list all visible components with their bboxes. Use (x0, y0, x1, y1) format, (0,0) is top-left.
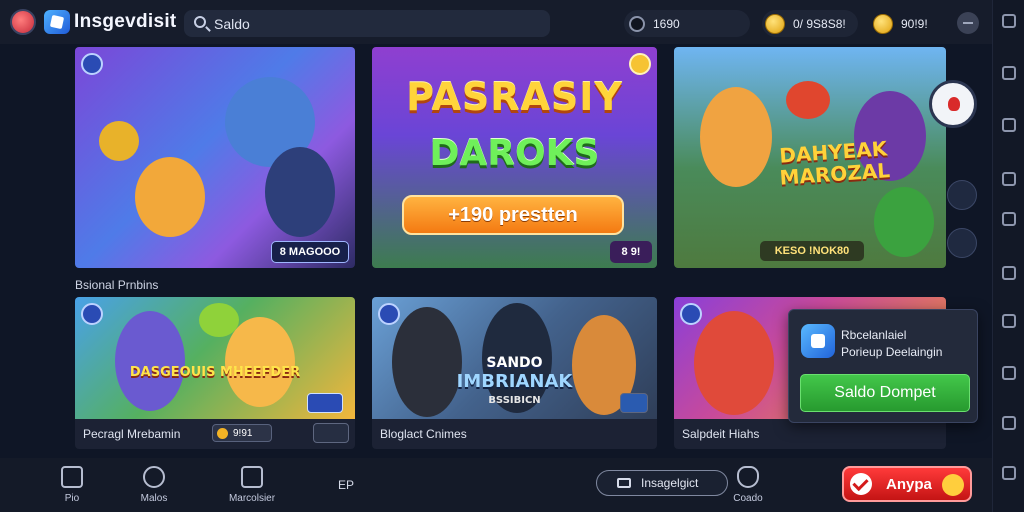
character-art (694, 311, 774, 415)
balloon-art (786, 81, 830, 119)
nav-label: Marcolsier (228, 493, 276, 504)
character-art (265, 147, 335, 237)
shield-icon (737, 466, 759, 488)
bonus-icon (629, 53, 651, 75)
sword-icon[interactable] (947, 228, 977, 258)
featured-card-2[interactable]: PASRASIY DAROKS +190 prestten 8 9! (372, 47, 657, 268)
back-icon[interactable] (81, 53, 103, 75)
chart-icon[interactable] (1002, 366, 1016, 380)
card-tag[interactable]: KESO !NOK80 (760, 241, 864, 261)
info-icon[interactable] (81, 303, 103, 325)
game-card-1[interactable]: DASGEOUIS MHEEFDER Pecragl Mrebamin 9!91 (75, 297, 355, 449)
brand-name: Insgevdisit (74, 11, 177, 32)
search-input[interactable] (214, 13, 534, 34)
menu-icon (617, 478, 631, 488)
game-art: DASGEOUIS MHEEFDER (75, 297, 355, 419)
menu-button-label: Insagelgict (641, 476, 699, 490)
character-icon[interactable] (947, 180, 977, 210)
gems-value: 90!9! (901, 16, 928, 31)
collapse-icon[interactable] (1002, 14, 1016, 28)
game-art-title: DASGEOUIS MHEEFDER (129, 365, 301, 380)
cube-icon[interactable] (1002, 66, 1016, 80)
play-button-label: Anypa (886, 475, 932, 493)
featured-card-3[interactable]: DAHYEAK MAROZAL KESO !NOK80 (674, 47, 946, 268)
nav-label: Coado (733, 493, 763, 504)
featured-card-1[interactable]: 8 MAGOOO (75, 47, 355, 268)
character-art (135, 157, 205, 237)
toggle-button[interactable] (307, 393, 343, 413)
nav-label: Malos (140, 493, 168, 504)
coin-icon (873, 13, 893, 34)
tablet-icon[interactable] (1002, 118, 1016, 132)
wallet-icon (801, 324, 835, 358)
expand-icon[interactable] (1002, 466, 1016, 480)
gems-pill[interactable]: 90!9! (870, 10, 950, 37)
nav-item-home[interactable]: Pio (42, 464, 102, 504)
promo-button[interactable]: +190 prestten (402, 195, 624, 235)
nav-item-dice[interactable]: Marcolsier (222, 464, 282, 504)
game-art-title-line1: SANDO (486, 355, 543, 371)
play-button[interactable]: Anypa (842, 466, 972, 502)
promo-title-line1: PASRASIY (406, 75, 623, 119)
character-art (225, 317, 295, 407)
popup-title: Rbcelanlaiel (841, 328, 907, 342)
promo-title-line2: DAROKS (429, 133, 600, 174)
fruit-art (199, 303, 239, 337)
right-rail (992, 0, 1024, 512)
add-icon[interactable] (378, 303, 400, 325)
price-pill[interactable]: 9!91 (212, 424, 272, 442)
search-bar[interactable] (184, 10, 550, 37)
nav-item-clock[interactable]: Malos (124, 464, 184, 504)
coin-icon (217, 427, 228, 439)
game-card-2[interactable]: SANDO IMBRIANAK BSSIBICN Bloglact Cnimes (372, 297, 657, 449)
home-icon[interactable] (1002, 172, 1016, 186)
wallet-popup: Rbcelanlaiel Porieup Deelaingin Saldo Do… (788, 309, 978, 423)
coin-icon (765, 13, 785, 34)
square-icon[interactable] (1002, 266, 1016, 280)
game-title[interactable]: Pecragl Mrebamin (83, 427, 180, 441)
menu-button[interactable]: Insagelgict (596, 470, 728, 496)
refresh-icon[interactable] (1002, 416, 1016, 430)
home-icon (61, 466, 83, 488)
minimize-button[interactable] (957, 12, 979, 34)
user-icon (629, 15, 645, 32)
check-icon (850, 473, 872, 495)
user-balance-pill[interactable]: 1690 (624, 10, 750, 37)
popup-subtitle: Porieup Deelaingin (841, 345, 943, 359)
coins-value: 0/ 9S8S8! (793, 16, 846, 31)
game-art: SANDO IMBRIANAK BSSIBICN (372, 297, 657, 419)
dice-icon (241, 466, 263, 488)
tag-icon[interactable] (1002, 212, 1016, 226)
record-button[interactable] (929, 80, 977, 128)
clock-icon (143, 466, 165, 488)
nav-label: Pio (64, 493, 80, 504)
character-art (115, 311, 185, 411)
user-value: 1690 (653, 16, 680, 31)
coins-pill[interactable]: 0/ 9S8S8! (762, 10, 858, 37)
game-art-subtitle: BSSIBICN (488, 395, 541, 406)
more-button[interactable] (313, 423, 349, 443)
nav-ep-label[interactable]: EP (338, 478, 354, 492)
card-tag[interactable]: 8 MAGOOO (271, 241, 349, 263)
character-art (874, 187, 934, 257)
price-value: 9!91 (233, 427, 253, 439)
logo-icon (44, 10, 70, 34)
coin-art (99, 121, 139, 161)
saldo-dompet-button[interactable]: Saldo Dompet (800, 374, 970, 412)
app-avatar-icon[interactable] (10, 9, 36, 35)
section-title: Bsional Prnbins (75, 278, 159, 292)
search-icon (194, 16, 206, 28)
info-icon[interactable] (680, 303, 702, 325)
game-title[interactable]: Salpdeit Hiahs (682, 427, 759, 441)
launch-button[interactable] (620, 393, 648, 413)
game-title[interactable]: Bloglact Cnimes (380, 427, 467, 441)
star-icon (942, 474, 964, 496)
card-tag[interactable]: 8 9! (610, 241, 652, 263)
game-art-title-line2: IMBRIANAK (456, 371, 573, 392)
list-icon[interactable] (1002, 314, 1016, 328)
top-bar: Insgevdisit 1690 0/ 9S8S8! 90!9! (0, 0, 992, 44)
